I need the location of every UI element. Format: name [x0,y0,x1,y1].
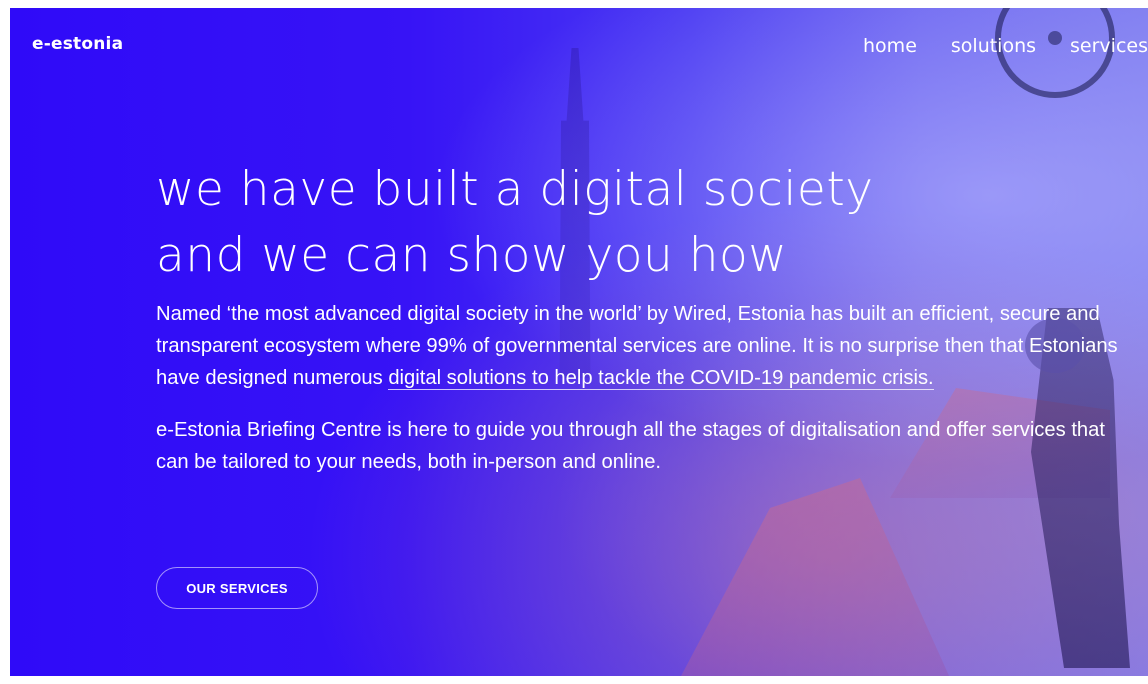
nav-item-services[interactable]: services [1070,35,1148,57]
hero-headline: we have built a digital society and we c… [156,157,874,289]
digital-solutions-link[interactable]: digital solutions to help tackle the COV… [388,367,934,390]
hero-paragraph-1: Named ‘the most advanced digital society… [156,298,1126,394]
hero-copy: Named ‘the most advanced digital society… [156,298,1126,478]
hero-headline-line-2: and we can show you how [156,228,788,284]
hero-headline-line-1: we have built a digital society [156,162,874,218]
main-nav: home solutions services [863,35,1148,57]
nav-item-solutions[interactable]: solutions [951,35,1036,57]
hero-paragraph-2: e-Estonia Briefing Centre is here to gui… [156,419,1105,473]
hero-section: e-estonia home solutions services we hav… [10,8,1148,676]
nav-item-home[interactable]: home [863,35,917,57]
site-logo[interactable]: e-estonia [32,34,123,54]
our-services-button[interactable]: OUR SERVICES [156,567,318,609]
